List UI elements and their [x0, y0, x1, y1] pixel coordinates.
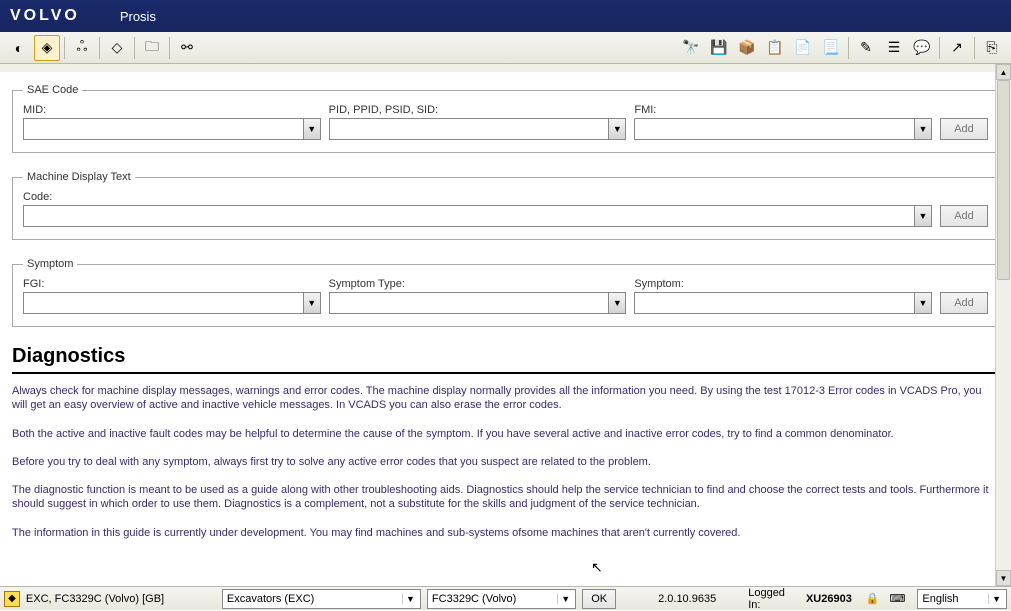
status-warning-icon: ◆: [4, 591, 20, 607]
pid-dropdown-icon[interactable]: ▼: [608, 118, 626, 140]
toolbar-separator: [99, 37, 100, 59]
mid-dropdown-icon[interactable]: ▼: [303, 118, 321, 140]
symptom-type-dropdown-icon[interactable]: ▼: [608, 292, 626, 314]
scroll-track[interactable]: [996, 80, 1011, 570]
binoculars-icon[interactable]: 🔭: [678, 35, 704, 61]
fmi-dropdown-icon[interactable]: ▼: [914, 118, 932, 140]
machine-display-text-group: Machine Display Text Code: ▼ Add: [12, 171, 999, 240]
chevron-down-icon[interactable]: ▼: [557, 594, 573, 604]
diagnostics-title: Diagnostics: [12, 345, 999, 374]
chevron-down-icon[interactable]: ▼: [402, 594, 418, 604]
toolbar-separator: [848, 37, 849, 59]
fmi-input[interactable]: [634, 118, 914, 140]
scroll-up-icon[interactable]: ▲: [996, 64, 1011, 80]
ok-button[interactable]: OK: [582, 589, 616, 609]
content-area: SAE Code MID: ▼ PID, PPID, PSID, SID: ▼ …: [0, 64, 1011, 586]
app-name: Prosis: [120, 9, 156, 24]
status-bar: ◆ EXC, FC3329C (Volvo) [GB] Excavators (…: [0, 586, 1011, 610]
cube-blue-icon[interactable]: ◇: [104, 35, 130, 61]
diag-p5: The information in this guide is current…: [12, 526, 999, 540]
tree-icon[interactable]: ஃ: [69, 35, 95, 61]
chevron-down-icon[interactable]: ▼: [988, 594, 1004, 604]
paste-icon[interactable]: 📄: [790, 35, 816, 61]
mdt-legend: Machine Display Text: [23, 171, 135, 183]
sae-code-group: SAE Code MID: ▼ PID, PPID, PSID, SID: ▼ …: [12, 84, 999, 153]
main-toolbar: ◐◈ ஃ ◇ 🗀 ⚯ 🔭💾📦📋📄📃 ✎☰💬 ↗ ⎘: [0, 32, 1011, 64]
model-value: FC3329C (Volvo): [432, 593, 516, 605]
symptom-type-label: Symptom Type:: [329, 278, 627, 290]
save-clip-icon[interactable]: 💾: [706, 35, 732, 61]
pid-label: PID, PPID, PSID, SID:: [329, 104, 627, 116]
lock-icon: 🔒: [866, 592, 880, 605]
code-label: Code:: [23, 191, 932, 203]
diag-p3: Before you try to deal with any symptom,…: [12, 455, 999, 469]
symptom-dropdown-icon[interactable]: ▼: [914, 292, 932, 314]
edit-icon[interactable]: ✎: [853, 35, 879, 61]
logged-in-user: XU26903: [806, 593, 852, 605]
code-input[interactable]: [23, 205, 914, 227]
symptom-type-input[interactable]: [329, 292, 609, 314]
folder-icon[interactable]: 🗀: [139, 35, 165, 61]
symptom-label: Symptom:: [634, 278, 932, 290]
volvo-logo: VOLVO: [10, 7, 80, 25]
fmi-label: FMI:: [634, 104, 932, 116]
vertical-scrollbar[interactable]: ▲ ▼: [995, 64, 1011, 586]
symptom-legend: Symptom: [23, 258, 77, 270]
toolbar-separator: [134, 37, 135, 59]
form-icon[interactable]: ☰: [881, 35, 907, 61]
copy-out-icon[interactable]: 📋: [762, 35, 788, 61]
version-text: 2.0.10.9635: [658, 593, 716, 605]
toolbar-separator: [64, 37, 65, 59]
sae-legend: SAE Code: [23, 84, 82, 96]
diag-p1: Always check for machine display message…: [12, 384, 999, 413]
toolbar-separator: [169, 37, 170, 59]
pid-input[interactable]: [329, 118, 609, 140]
language-value: English: [922, 593, 958, 605]
scroll-down-icon[interactable]: ▼: [996, 570, 1011, 586]
toolbar-separator: [939, 37, 940, 59]
nav-cube-yellow-icon[interactable]: ◈: [34, 35, 60, 61]
diag-p4: The diagnostic function is meant to be u…: [12, 483, 999, 512]
mid-label: MID:: [23, 104, 321, 116]
language-select[interactable]: English ▼: [917, 589, 1007, 609]
export-icon[interactable]: ↗: [944, 35, 970, 61]
exit-icon[interactable]: ⎘: [979, 35, 1005, 61]
mid-input[interactable]: [23, 118, 303, 140]
app-header: VOLVO Prosis: [0, 0, 1011, 32]
fgi-dropdown-icon[interactable]: ▼: [303, 292, 321, 314]
nav-prev-icon[interactable]: ◐: [6, 35, 32, 61]
mdt-add-button[interactable]: Add: [940, 205, 988, 227]
scroll-thumb[interactable]: [997, 80, 1010, 280]
fgi-label: FGI:: [23, 278, 321, 290]
symptom-add-button[interactable]: Add: [940, 292, 988, 314]
toolbar-separator: [974, 37, 975, 59]
page-icon[interactable]: 📃: [818, 35, 844, 61]
box-icon[interactable]: 📦: [734, 35, 760, 61]
symptom-input[interactable]: [634, 292, 914, 314]
link-icon[interactable]: ⚯: [174, 35, 200, 61]
symptom-group: Symptom FGI: ▼ Symptom Type: ▼ Symptom: …: [12, 258, 999, 327]
fgi-input[interactable]: [23, 292, 303, 314]
chat-icon[interactable]: 💬: [909, 35, 935, 61]
machine-path: EXC, FC3329C (Volvo) [GB]: [26, 593, 216, 605]
category-value: Excavators (EXC): [227, 593, 314, 605]
diag-p2: Both the active and inactive fault codes…: [12, 427, 999, 441]
keyboard-icon[interactable]: ⌨: [890, 592, 906, 605]
logged-in-label: Logged In:: [748, 587, 800, 611]
model-select[interactable]: FC3329C (Volvo) ▼: [427, 589, 576, 609]
sae-add-button[interactable]: Add: [940, 118, 988, 140]
code-dropdown-icon[interactable]: ▼: [914, 205, 932, 227]
category-select[interactable]: Excavators (EXC) ▼: [222, 589, 421, 609]
diagnostics-text: Always check for machine display message…: [12, 384, 999, 540]
